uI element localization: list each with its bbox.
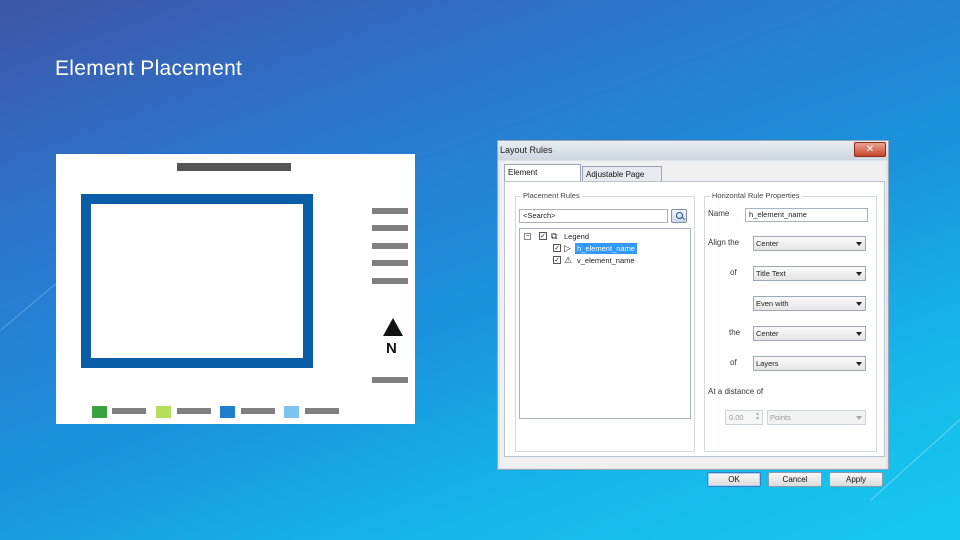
relation-dropdown[interactable]: Even with xyxy=(753,296,866,311)
tree-label-legend: Legend xyxy=(564,232,590,241)
layout-diagram: N xyxy=(56,154,415,424)
placement-rules-group: Placement Rules <Search> − ✓ ⧉ Legend ✓ xyxy=(515,191,695,452)
layout-rules-dialog: Layout Rules ✕ Element Placement Adjusta… xyxy=(497,140,889,487)
ok-button[interactable]: OK xyxy=(707,472,761,487)
chevron-down-icon xyxy=(856,302,862,306)
distance-value: 0.00 xyxy=(729,413,744,422)
search-icon-handle xyxy=(682,217,685,220)
legend-swatch-lime xyxy=(156,406,171,418)
dialog-titlebar[interactable]: Layout Rules ✕ xyxy=(498,141,888,160)
distance-label: At a distance of xyxy=(708,387,764,396)
legend-copy-icon: ⧉ xyxy=(551,231,558,241)
north-arrow-icon xyxy=(383,318,403,336)
close-icon: ✕ xyxy=(865,144,875,155)
diagram-text-line xyxy=(372,225,408,231)
horizontal-rule-label: Horizontal Rule Properties xyxy=(710,191,802,200)
legend-label-line xyxy=(112,408,146,414)
legend-swatch-green xyxy=(92,406,107,418)
search-button[interactable] xyxy=(671,209,687,223)
diagram-text-line xyxy=(372,278,408,284)
tree-row-legend[interactable]: − ✓ ⧉ Legend xyxy=(522,231,682,242)
name-field[interactable]: h_element_name xyxy=(745,208,868,222)
tab-panel-element-placement: Placement Rules <Search> − ✓ ⧉ Legend ✓ xyxy=(504,181,885,457)
north-label: N xyxy=(386,340,397,357)
stepper-arrows-icon[interactable]: ▲ ▼ xyxy=(754,412,761,423)
of-target-value: Title Text xyxy=(756,269,786,278)
align-value: Center xyxy=(756,239,779,248)
checkbox-v-element[interactable]: ✓ xyxy=(553,256,561,264)
tree-row-v-element[interactable]: ✓ ⚠ v_element_name xyxy=(522,255,682,266)
distance-unit-value: Points xyxy=(770,413,791,422)
of-label-1: of xyxy=(730,268,737,277)
cancel-button[interactable]: Cancel xyxy=(768,472,822,487)
close-button[interactable]: ✕ xyxy=(854,142,886,157)
search-input[interactable]: <Search> xyxy=(519,209,668,223)
diagram-text-line xyxy=(372,243,408,249)
align-label: Align the xyxy=(708,238,740,247)
diagram-scale-bar xyxy=(372,377,408,383)
diagram-map-frame xyxy=(81,194,313,368)
relation-value: Even with xyxy=(756,299,789,308)
legend-label-line xyxy=(241,408,275,414)
collapse-icon[interactable]: − xyxy=(524,233,531,240)
tree-label-h-element: h_element_name xyxy=(575,243,637,254)
play-arrow-icon: ▷ xyxy=(564,243,571,253)
tree-label-v-element: v_element_name xyxy=(577,256,635,265)
apply-button[interactable]: Apply xyxy=(829,472,883,487)
anchor-dropdown[interactable]: Center xyxy=(753,326,866,341)
distance-stepper[interactable]: 0.00 ▲ ▼ xyxy=(725,410,763,425)
legend-label-line xyxy=(305,408,339,414)
diagram-title-bar xyxy=(177,163,291,171)
horizontal-rule-group: Horizontal Rule Properties Name h_elemen… xyxy=(704,191,877,452)
chevron-down-icon xyxy=(856,272,862,276)
dialog-body: Element Placement Adjustable Page Size P… xyxy=(500,161,886,487)
name-label: Name xyxy=(708,209,730,218)
align-dropdown[interactable]: Center xyxy=(753,236,866,251)
dialog-title: Layout Rules xyxy=(500,145,553,155)
reference-value: Layers xyxy=(756,359,779,368)
diagram-text-line xyxy=(372,208,408,214)
diagram-map-frame-inner xyxy=(91,204,303,358)
tab-adjustable-page-size[interactable]: Adjustable Page Size xyxy=(582,166,662,194)
anchor-value: Center xyxy=(756,329,779,338)
warning-icon: ⚠ xyxy=(564,255,573,265)
tab-element-placement[interactable]: Element Placement xyxy=(504,164,581,192)
checkbox-legend[interactable]: ✓ xyxy=(539,232,547,240)
the-label: the xyxy=(729,328,741,337)
of-target-dropdown[interactable]: Title Text xyxy=(753,266,866,281)
distance-unit-dropdown[interactable]: Points xyxy=(767,410,866,425)
checkbox-h-element[interactable]: ✓ xyxy=(553,244,561,252)
slide-title: Element Placement xyxy=(55,57,243,80)
chevron-down-icon xyxy=(856,416,862,420)
chevron-down-icon xyxy=(856,362,862,366)
rules-tree: − ✓ ⧉ Legend ✓ ▷ h_element_name ✓ ⚠ v_el… xyxy=(519,228,691,419)
diagram-text-line xyxy=(372,260,408,266)
of-label-2: of xyxy=(730,358,737,367)
placement-rules-label: Placement Rules xyxy=(521,191,582,200)
legend-label-line xyxy=(177,408,211,414)
chevron-down-icon xyxy=(856,242,862,246)
legend-swatch-blue xyxy=(220,406,235,418)
legend-swatch-light-blue xyxy=(284,406,299,418)
chevron-down-icon xyxy=(856,332,862,336)
reference-dropdown[interactable]: Layers xyxy=(753,356,866,371)
tree-row-h-element[interactable]: ✓ ▷ h_element_name xyxy=(522,243,682,254)
